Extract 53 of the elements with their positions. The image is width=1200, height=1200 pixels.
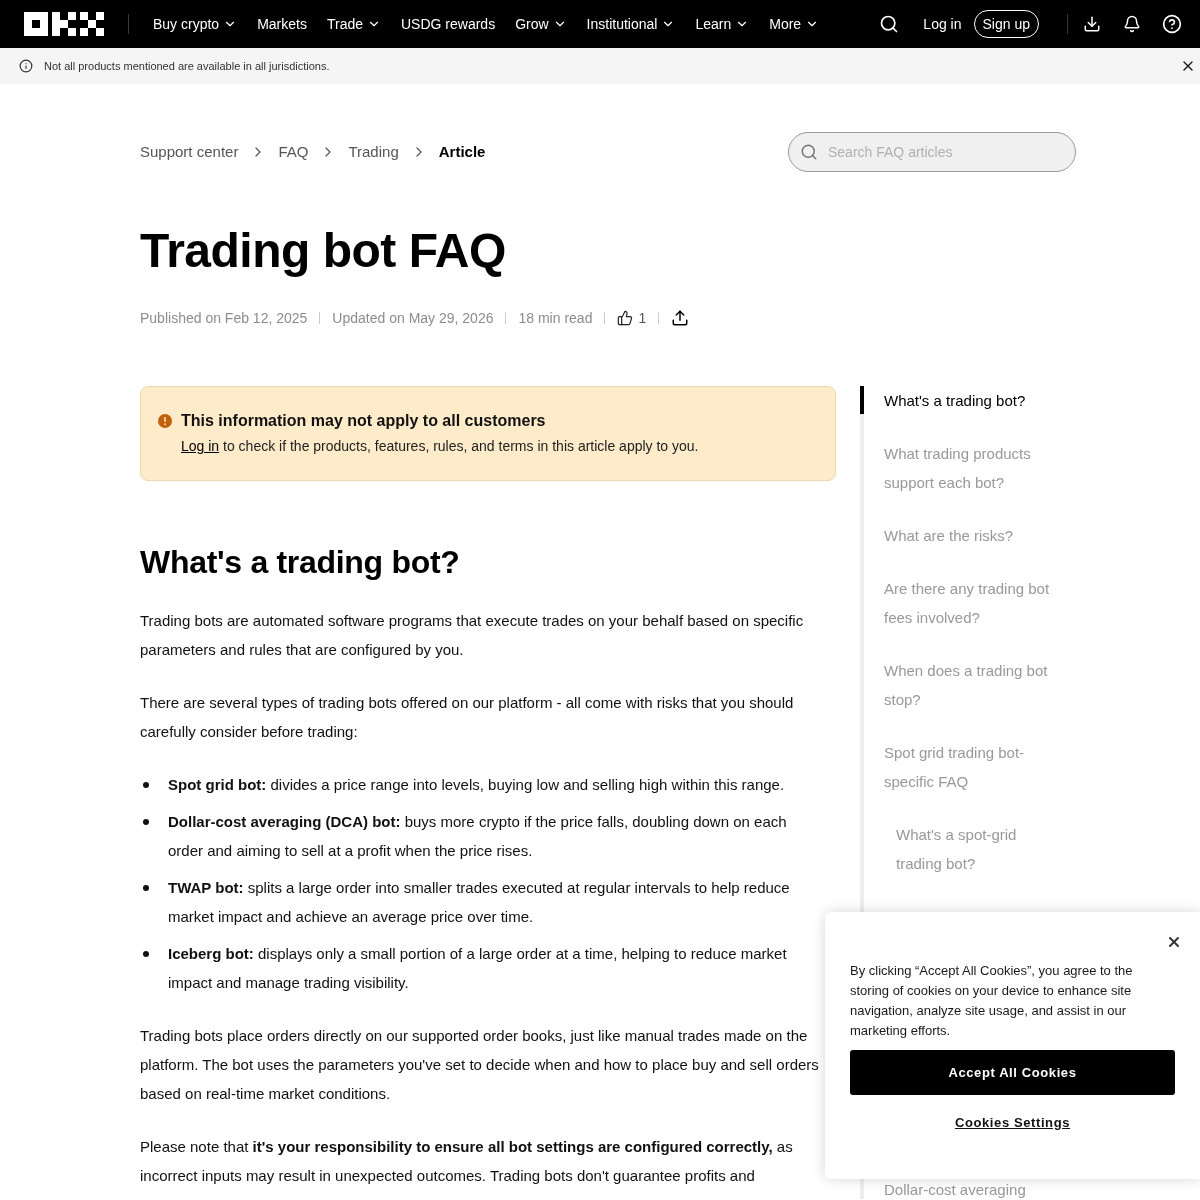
search-field[interactable]: Search FAQ articles [788, 132, 1076, 172]
breadcrumb-link[interactable]: Support center [140, 142, 239, 162]
close-icon[interactable] [1180, 58, 1196, 74]
published-date: Published on Feb 12, 2025 [140, 309, 308, 328]
info-icon [19, 59, 33, 73]
bell-icon[interactable] [1123, 15, 1141, 33]
breadcrumb-link[interactable]: Trading [348, 142, 399, 162]
notice-text: Not all products mentioned are available in all jurisdictions. [44, 59, 330, 74]
bullet-text: Iceberg bot: displays only a small portion of a large order at a time, helping to reduce market impact and manage trading visibility. [168, 944, 788, 993]
close-icon[interactable] [1166, 934, 1182, 950]
search-icon [800, 143, 818, 161]
bullet-text: TWAP bot: splits a large order into smaller trades executed at regular intervals to help reduce market impact and achieve an average price over time. [168, 878, 791, 927]
nav-menu-item[interactable]: Trade [326, 14, 381, 34]
nav-menu-item[interactable]: Grow [515, 14, 567, 34]
login-link[interactable]: Log in [923, 14, 962, 34]
body-paragraph: Trading bots place orders directly on our supported order books, just like manual trades made on the platform. The bot uses the parameters you've set to decide when and how to place buy and sell orders based on real-time market conditions. [140, 1026, 820, 1104]
updated-date: Updated on May 29, 2026 [332, 309, 494, 328]
body-paragraph: There are several types of trading bots offered on our platform - all come with risks that you should carefully consider before trading: [140, 693, 795, 742]
cookie-settings-link[interactable]: Cookies Settings [954, 1115, 1071, 1131]
bullet-icon [143, 885, 149, 891]
download-icon[interactable] [1083, 15, 1101, 33]
bullet-icon [143, 782, 149, 788]
page-title: Trading bot FAQ [140, 223, 506, 279]
toc-link[interactable]: What's a trading bot? [884, 386, 1074, 415]
bullet-icon [143, 819, 149, 825]
body-paragraph: Trading bots are automated software programs that execute trades on your behalf based on specific parameters and rules that are configured by you. [140, 611, 805, 660]
login-link[interactable]: Log in [181, 438, 220, 454]
bullet-text: Dollar-cost averaging (DCA) bot: buys more crypto if the price falls, doubling down on each order and aiming to sell at a profit when the price rises. [168, 812, 788, 861]
search-icon[interactable] [879, 14, 900, 34]
bullet-text: Spot grid bot: divides a price range into levels, buying low and selling high within this range. [168, 775, 785, 795]
logo-icon[interactable] [24, 12, 104, 36]
accept-cookies-button[interactable]: Accept All Cookies [850, 1050, 1175, 1095]
bullet-icon [143, 951, 149, 957]
body-paragraph: Please note that it's your responsibility to ensure all bot settings are configured correctly, as incorrect inputs may result in unexpected outcomes. Trading bots don't guarantee profits and [140, 1137, 794, 1186]
alert-text: Log in to check if the products, features, rules, and terms in this article apply to you. [180, 437, 699, 456]
nav-menu-item[interactable]: Markets [257, 14, 307, 34]
active-indicator [860, 386, 864, 414]
cookie-text: By clicking “Accept All Cookies”, you agree to the storing of cookies on your device to enhance site navigation, analyze site usage, and assist in our marketing efforts. [850, 962, 1134, 1040]
nav-menu-item[interactable]: Learn [695, 14, 750, 34]
nav-menu-item[interactable]: Buy crypto [153, 14, 238, 34]
section-heading: What's a trading bot? [140, 543, 460, 582]
alert-title: This information may not apply to all customers [181, 411, 546, 431]
exclamation-icon [158, 414, 172, 428]
read-time: 18 min read [518, 309, 593, 328]
like-button[interactable]: 1 [617, 308, 647, 328]
help-icon[interactable] [1162, 14, 1182, 34]
nav-menu-item[interactable]: Institutional [586, 14, 676, 34]
share-icon[interactable] [671, 309, 690, 327]
breadcrumb-link[interactable]: Article [438, 142, 486, 162]
thumbs-up-icon [617, 310, 634, 326]
breadcrumb-link[interactable]: FAQ [278, 142, 309, 162]
nav-menu-item[interactable]: USDG rewards [401, 14, 496, 34]
nav-menu-item[interactable]: More [769, 14, 820, 34]
